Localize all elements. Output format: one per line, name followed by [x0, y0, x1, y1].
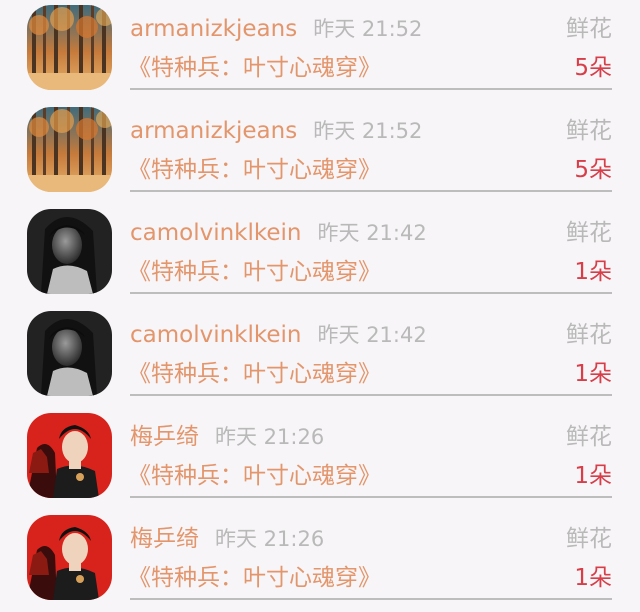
list-item[interactable]: camolvinklkein 昨天 21:42 鲜花 《特种兵：叶寸心魂穿》 1朵: [0, 204, 640, 306]
divider: [130, 496, 612, 498]
list-item[interactable]: 梅乒绮 昨天 21:26 鲜花 《特种兵：叶寸心魂穿》 1朵: [0, 408, 640, 510]
divider: [130, 292, 612, 294]
list-item[interactable]: 梅乒绮 昨天 21:26 鲜花 《特种兵：叶寸心魂穿》 1朵: [0, 510, 640, 612]
list-item[interactable]: armanizkjeans 昨天 21:52 鲜花 《特种兵：叶寸心魂穿》 5朵: [0, 0, 640, 102]
user-name[interactable]: camolvinklkein: [130, 322, 302, 348]
gift-count: 5朵: [574, 157, 612, 183]
gift-type-label: 鲜花: [566, 16, 612, 42]
timestamp: 昨天 21:26: [215, 527, 325, 551]
user-name-line: camolvinklkein 昨天 21:42: [130, 320, 427, 350]
book-title[interactable]: 《特种兵：叶寸心魂穿》: [128, 562, 381, 594]
gift-count: 1朵: [574, 463, 612, 489]
gift-type-label: 鲜花: [566, 322, 612, 348]
monochrome-portrait-avatar-icon: [27, 209, 112, 294]
gift-count: 1朵: [574, 259, 612, 285]
user-name-line: armanizkjeans 昨天 21:52: [130, 116, 422, 146]
divider: [130, 394, 612, 396]
user-name[interactable]: 梅乒绮: [130, 424, 199, 450]
book-title[interactable]: 《特种兵：叶寸心魂穿》: [128, 52, 381, 84]
divider: [130, 598, 612, 600]
monochrome-portrait-avatar-icon: [27, 311, 112, 396]
book-title[interactable]: 《特种兵：叶寸心魂穿》: [128, 358, 381, 390]
list-item[interactable]: armanizkjeans 昨天 21:52 鲜花 《特种兵：叶寸心魂穿》 5朵: [0, 102, 640, 204]
red-fan-portrait-avatar-icon: [27, 413, 112, 498]
autumn-forest-avatar-icon: [27, 5, 112, 90]
gift-type-label: 鲜花: [566, 118, 612, 144]
user-name-line: camolvinklkein 昨天 21:42: [130, 218, 427, 248]
timestamp: 昨天 21:26: [215, 425, 325, 449]
gift-record-list: armanizkjeans 昨天 21:52 鲜花 《特种兵：叶寸心魂穿》 5朵: [0, 0, 640, 607]
book-title[interactable]: 《特种兵：叶寸心魂穿》: [128, 256, 381, 288]
red-fan-portrait-avatar-icon: [27, 515, 112, 600]
user-name[interactable]: 梅乒绮: [130, 526, 199, 552]
avatar[interactable]: [27, 311, 112, 396]
avatar[interactable]: [27, 413, 112, 498]
avatar[interactable]: [27, 209, 112, 294]
timestamp: 昨天 21:42: [317, 221, 427, 245]
avatar[interactable]: [27, 5, 112, 90]
list-item[interactable]: camolvinklkein 昨天 21:42 鲜花 《特种兵：叶寸心魂穿》 1朵: [0, 306, 640, 408]
divider: [130, 88, 612, 90]
user-name[interactable]: armanizkjeans: [130, 16, 297, 42]
book-title[interactable]: 《特种兵：叶寸心魂穿》: [128, 154, 381, 186]
gift-count: 1朵: [574, 361, 612, 387]
avatar[interactable]: [27, 107, 112, 192]
gift-type-label: 鲜花: [566, 424, 612, 450]
avatar[interactable]: [27, 515, 112, 600]
timestamp: 昨天 21:52: [313, 17, 423, 41]
user-name-line: armanizkjeans 昨天 21:52: [130, 14, 422, 44]
autumn-forest-avatar-icon: [27, 107, 112, 192]
user-name-line: 梅乒绮 昨天 21:26: [130, 524, 324, 554]
timestamp: 昨天 21:52: [313, 119, 423, 143]
gift-type-label: 鲜花: [566, 220, 612, 246]
divider: [130, 190, 612, 192]
timestamp: 昨天 21:42: [317, 323, 427, 347]
book-title[interactable]: 《特种兵：叶寸心魂穿》: [128, 460, 381, 492]
user-name-line: 梅乒绮 昨天 21:26: [130, 422, 324, 452]
gift-type-label: 鲜花: [566, 526, 612, 552]
user-name[interactable]: camolvinklkein: [130, 220, 302, 246]
gift-count: 5朵: [574, 55, 612, 81]
user-name[interactable]: armanizkjeans: [130, 118, 297, 144]
gift-count: 1朵: [574, 565, 612, 591]
